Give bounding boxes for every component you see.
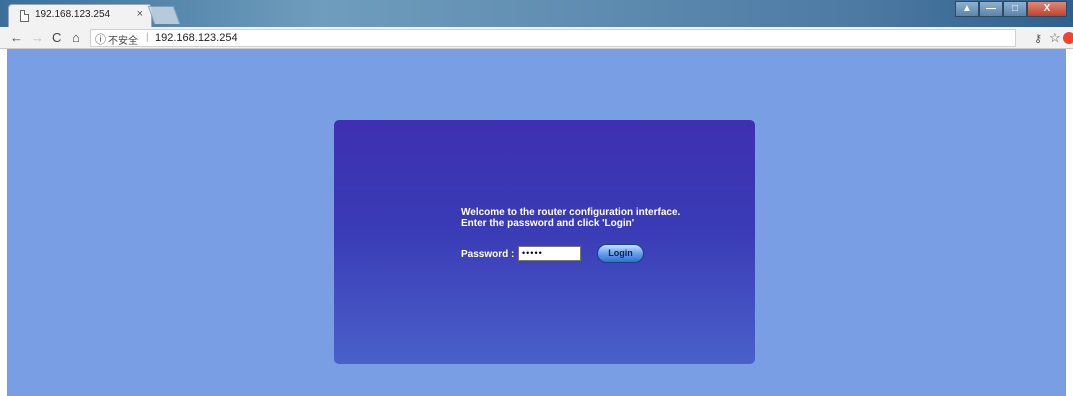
home-icon[interactable]: ⌂ xyxy=(72,30,80,46)
page-background: Welcome to the router configuration inte… xyxy=(7,49,1066,396)
url-text[interactable]: 192.168.123.254 xyxy=(155,32,238,44)
tab-title: 192.168.123.254 xyxy=(35,9,111,20)
browser-tab[interactable]: 192.168.123.254 × xyxy=(8,4,152,27)
password-input[interactable]: ••••• xyxy=(518,246,581,261)
new-tab-button[interactable] xyxy=(147,6,181,24)
login-button[interactable]: Login xyxy=(597,244,644,263)
bookmark-star-icon[interactable]: ☆ xyxy=(1049,30,1061,46)
close-icon[interactable]: X xyxy=(1027,1,1067,17)
login-panel: Welcome to the router configuration inte… xyxy=(334,120,755,364)
back-icon[interactable]: ← xyxy=(10,30,23,46)
address-bar[interactable]: ⓘ 不安全 | 192.168.123.254 xyxy=(90,29,1016,47)
restore-icon[interactable]: ▲ xyxy=(955,1,979,17)
tab-close-icon[interactable]: × xyxy=(137,8,143,20)
minimize-icon[interactable]: — xyxy=(979,1,1003,17)
info-icon[interactable]: ⓘ xyxy=(95,31,106,47)
address-separator: | xyxy=(146,32,149,43)
security-label[interactable]: 不安全 xyxy=(108,32,138,47)
page-icon xyxy=(20,10,29,22)
maximize-icon[interactable]: □ xyxy=(1003,1,1027,17)
reload-icon[interactable]: C xyxy=(52,30,61,46)
welcome-message: Welcome to the router configuration inte… xyxy=(461,207,680,229)
extension-icon[interactable] xyxy=(1063,32,1073,44)
key-icon[interactable]: ⚷ xyxy=(1034,32,1042,45)
forward-icon[interactable]: → xyxy=(31,30,44,46)
browser-toolbar: ← → C ⌂ ⓘ 不安全 | 192.168.123.254 ⚷ ☆ xyxy=(0,27,1073,49)
window-controls: ▲ — □ X xyxy=(955,1,1067,19)
browser-titlebar: 192.168.123.254 × ▲ — □ X xyxy=(0,0,1073,27)
password-label: Password : xyxy=(461,249,515,260)
welcome-line-1: Welcome to the router configuration inte… xyxy=(461,207,681,218)
welcome-line-2: Enter the password and click 'Login' xyxy=(461,218,635,229)
